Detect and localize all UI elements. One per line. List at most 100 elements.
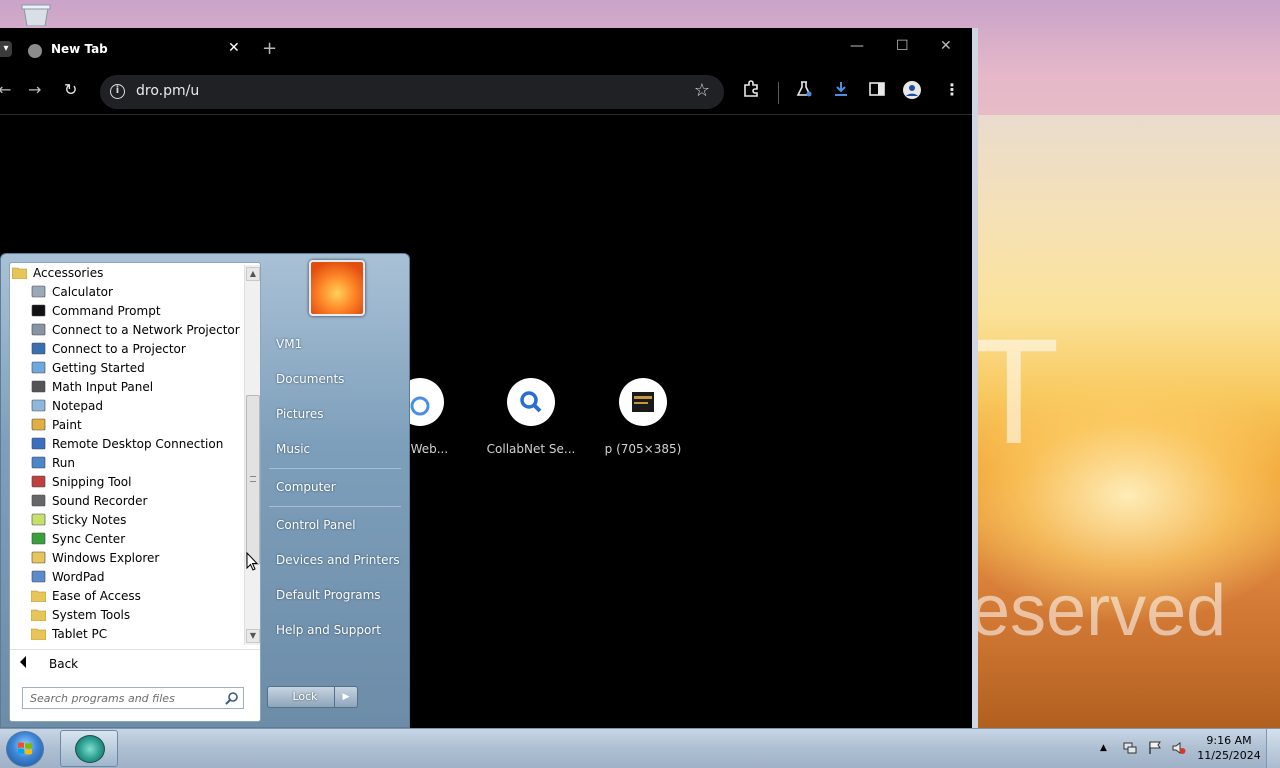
download-icon[interactable] — [832, 80, 850, 98]
right-item-devices-and-printers[interactable]: Devices and Printers — [276, 553, 400, 567]
recycle-bin-icon[interactable] — [18, 4, 54, 26]
program-label: WordPad — [52, 569, 105, 584]
sync-center-icon — [31, 532, 46, 545]
program-item[interactable]: Windows Explorer — [31, 548, 244, 567]
program-item[interactable]: Sticky Notes — [31, 510, 244, 529]
paint-icon — [31, 418, 46, 431]
program-item[interactable]: System Tools — [30, 605, 244, 624]
program-item[interactable]: Notepad — [31, 396, 244, 415]
taskbar-app-button[interactable] — [60, 730, 118, 767]
forward-arrow-icon[interactable]: → — [28, 80, 41, 99]
address-bar[interactable]: i dro.pm/u ☆ — [100, 75, 724, 109]
program-item[interactable]: Paint — [31, 415, 244, 434]
profile-avatar-icon[interactable] — [902, 80, 922, 100]
side-panel-icon[interactable] — [868, 80, 886, 98]
shortcut-tile[interactable]: p (705×385) — [593, 378, 693, 456]
program-item[interactable]: Sync Center — [31, 529, 244, 548]
globe-icon — [28, 44, 42, 58]
tab-new-tab[interactable]: New Tab ✕ — [14, 34, 250, 70]
clock-time: 9:16 AM — [1206, 734, 1252, 747]
program-item[interactable]: Snipping Tool — [31, 472, 244, 491]
back-arrow-icon[interactable]: ← — [0, 80, 11, 99]
right-item-help-and-support[interactable]: Help and Support — [276, 623, 381, 637]
program-label: Getting Started — [52, 360, 145, 375]
program-item[interactable]: Connect to a Projector — [31, 339, 244, 358]
wallpaper-text: T — [978, 307, 1100, 475]
taskbar: ▲ 9:16 AM 11/25/2024 — [0, 728, 1280, 768]
right-item-default-programs[interactable]: Default Programs — [276, 588, 381, 602]
extensions-icon[interactable] — [742, 80, 760, 98]
folder-icon — [30, 627, 47, 641]
program-item[interactable]: Tablet PC — [30, 624, 244, 643]
url-text[interactable]: dro.pm/u — [136, 83, 199, 99]
minimize-button[interactable]: — — [850, 38, 864, 54]
scroll-down-arrow-icon[interactable]: ▼ — [246, 629, 260, 643]
right-item-documents[interactable]: Documents — [276, 372, 344, 386]
shortcut-label: CollabNet Se... — [486, 442, 576, 456]
program-item[interactable]: Calculator — [31, 282, 244, 301]
program-item[interactable]: Sound Recorder — [31, 491, 244, 510]
program-label: Paint — [52, 417, 82, 432]
program-item[interactable]: Ease of Access — [30, 586, 244, 605]
scroll-up-arrow-icon[interactable]: ▲ — [246, 267, 260, 281]
program-item[interactable]: Getting Started — [31, 358, 244, 377]
program-label: Connect to a Network Projector — [52, 322, 240, 337]
start-menu: Accessories Calculator Command Prompt Conn… — [0, 253, 410, 728]
shortcut-tile[interactable]: CollabNet Se... — [481, 378, 581, 456]
show-desktop-button[interactable] — [1266, 729, 1280, 768]
shutdown-options-arrow-icon[interactable]: ▶ — [334, 686, 358, 708]
folder-icon — [30, 608, 47, 622]
right-item-pictures[interactable]: Pictures — [276, 407, 324, 421]
right-item-computer[interactable]: Computer — [276, 480, 336, 494]
tab-search-icon[interactable]: ▾ — [0, 41, 12, 57]
network-icon[interactable] — [1123, 741, 1137, 755]
program-label: Sync Center — [52, 531, 126, 546]
remote-desktop-icon — [31, 437, 46, 450]
labs-flask-icon[interactable] — [795, 80, 813, 98]
folder-accessories[interactable]: Accessories — [12, 263, 244, 282]
mouse-cursor-icon — [246, 552, 258, 571]
search-icon[interactable] — [225, 691, 239, 705]
program-item[interactable]: WordPad — [31, 567, 244, 586]
calculator-icon — [31, 285, 46, 298]
program-item[interactable]: Connect to a Network Projector — [31, 320, 244, 339]
show-hidden-icons-icon[interactable]: ▲ — [1100, 743, 1114, 757]
program-item[interactable]: Command Prompt — [31, 301, 244, 320]
maximize-button[interactable]: ☐ — [896, 38, 909, 54]
program-item[interactable]: Run — [31, 453, 244, 472]
projector-icon — [31, 342, 46, 355]
right-item-control-panel[interactable]: Control Panel — [276, 518, 356, 532]
menu-divider — [269, 506, 401, 507]
notepad-icon — [31, 399, 46, 412]
command-prompt-icon — [31, 304, 46, 317]
sticky-notes-icon — [31, 513, 46, 526]
program-label: Math Input Panel — [52, 379, 154, 394]
close-tab-icon[interactable]: ✕ — [228, 40, 240, 56]
sound-recorder-icon — [31, 494, 46, 507]
program-item[interactable]: Math Input Panel — [31, 377, 244, 396]
new-tab-button[interactable]: + — [262, 38, 277, 59]
search-input[interactable] — [23, 688, 219, 708]
site-info-icon[interactable]: i — [110, 84, 125, 99]
system-clock[interactable]: 9:16 AM 11/25/2024 — [1196, 733, 1262, 763]
start-button[interactable] — [6, 731, 44, 767]
right-item-music[interactable]: Music — [276, 442, 310, 456]
back-label: Back — [49, 657, 79, 671]
lock-button[interactable]: Lock — [267, 686, 343, 708]
reload-icon[interactable]: ↻ — [64, 80, 77, 99]
search-programs-box[interactable] — [22, 687, 244, 709]
right-item-vm1[interactable]: VM1 — [276, 337, 302, 351]
volume-muted-icon[interactable] — [1172, 741, 1186, 755]
menu-kebab-icon[interactable]: ⋮ — [944, 80, 960, 99]
scroll-thumb[interactable] — [246, 395, 260, 565]
programs-scrollbar[interactable]: ▲ ▼ — [244, 265, 260, 645]
action-center-flag-icon[interactable] — [1148, 741, 1162, 755]
close-window-button[interactable]: ✕ — [940, 38, 952, 54]
program-item[interactable]: Remote Desktop Connection — [31, 434, 244, 453]
bookmark-star-icon[interactable]: ☆ — [694, 80, 710, 101]
getting-started-icon — [31, 361, 46, 374]
program-label: Windows Explorer — [52, 550, 160, 565]
user-account-picture[interactable] — [309, 260, 365, 316]
back-button[interactable]: Back — [10, 649, 260, 677]
program-label: Remote Desktop Connection — [52, 436, 224, 451]
